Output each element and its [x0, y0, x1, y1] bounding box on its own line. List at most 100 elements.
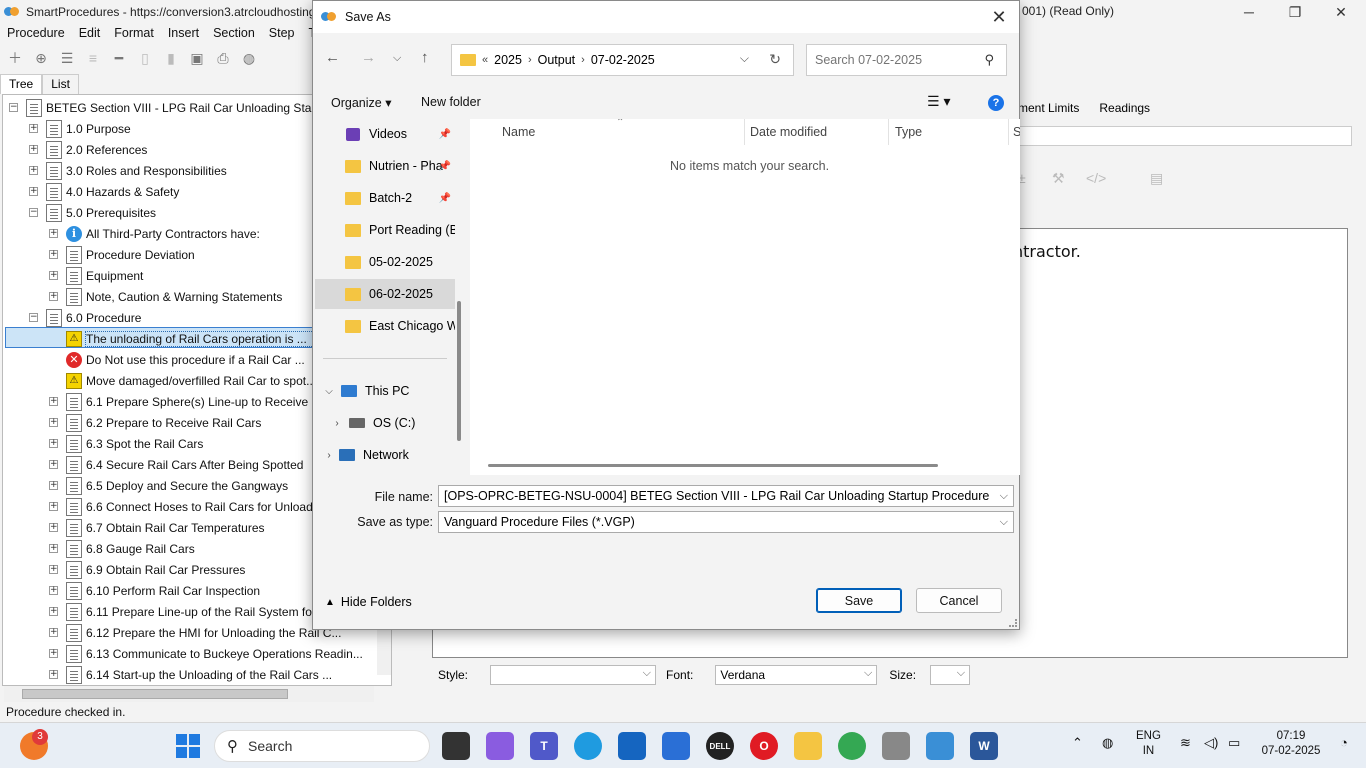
file-list-scrollbar[interactable]: [488, 464, 938, 467]
resize-grip-icon[interactable]: [1009, 619, 1017, 627]
globe-icon[interactable]: ◍: [238, 47, 260, 69]
tree-item[interactable]: +6.1 Prepare Sphere(s) Line-up to Receiv…: [49, 390, 335, 412]
menu-item[interactable]: Step: [262, 26, 302, 40]
list-icon[interactable]: ☰: [56, 47, 78, 69]
expand-icon[interactable]: +: [29, 187, 38, 196]
expand-chevron-icon[interactable]: ›: [323, 450, 335, 461]
save-icon[interactable]: ▣: [186, 47, 208, 69]
expand-icon[interactable]: +: [49, 292, 58, 301]
language-indicator[interactable]: ENG IN: [1136, 729, 1161, 759]
volume-icon[interactable]: ◁): [1204, 735, 1218, 750]
scroll-thumb[interactable]: [22, 689, 288, 699]
address-dropdown-icon[interactable]: ⌵: [740, 51, 749, 66]
nav-this-pc[interactable]: ⌵ This PC: [315, 376, 455, 406]
expand-icon[interactable]: +: [49, 628, 58, 637]
expand-icon[interactable]: +: [29, 124, 38, 133]
nav-quick-access-item[interactable]: Videos 📌: [315, 119, 455, 149]
expand-chevron-icon[interactable]: ⌵: [323, 386, 335, 397]
search-input[interactable]: [807, 45, 967, 75]
expand-icon[interactable]: +: [49, 439, 58, 448]
expand-icon[interactable]: +: [49, 607, 58, 616]
tree-item[interactable]: +6.4 Secure Rail Cars After Being Spotte…: [49, 453, 303, 475]
tree-item[interactable]: +6.8 Gauge Rail Cars: [49, 537, 195, 559]
expand-icon[interactable]: +: [49, 565, 58, 574]
tree-item[interactable]: +6.9 Obtain Rail Car Pressures: [49, 558, 245, 580]
notification-bell-icon[interactable]: ◔: [1340, 735, 1348, 750]
forward-arrow-icon[interactable]: →: [361, 49, 376, 66]
expand-icon[interactable]: +: [49, 397, 58, 406]
menu-item[interactable]: Format: [107, 26, 161, 40]
save-button[interactable]: Save: [816, 588, 902, 613]
nav-quick-access-item[interactable]: 05-02-2025: [315, 247, 455, 277]
dell-icon[interactable]: DELL: [706, 732, 734, 760]
nav-network[interactable]: › Network: [315, 440, 455, 470]
nav-quick-access-item[interactable]: Nutrien - Pha 📌: [315, 151, 455, 181]
close-icon[interactable]: ✕: [1318, 0, 1364, 24]
dropdown-icon[interactable]: ⌵: [1000, 512, 1008, 532]
font-select[interactable]: Verdana: [715, 664, 878, 685]
tree-item[interactable]: + i All Third-Party Contractors have:: [49, 223, 260, 244]
tree-item[interactable]: +6.7 Obtain Rail Car Temperatures: [49, 516, 265, 538]
tree-item[interactable]: +4.0 Hazards & Safety: [29, 180, 179, 202]
nav-os-drive[interactable]: › OS (C:): [315, 408, 455, 438]
expand-icon[interactable]: +: [49, 670, 58, 679]
help-icon[interactable]: ?: [988, 95, 1004, 111]
collapse-icon[interactable]: −: [29, 208, 38, 217]
minimize-icon[interactable]: ─: [1226, 0, 1272, 24]
expand-icon[interactable]: +: [49, 271, 58, 280]
expand-icon[interactable]: +: [49, 502, 58, 511]
right-field[interactable]: [1018, 126, 1352, 146]
tree-item[interactable]: − 5.0 Prerequisites: [29, 201, 156, 223]
taskbar-search[interactable]: ⚲ Search: [214, 730, 430, 762]
tree-item[interactable]: + Note, Caution & Warning Statements: [49, 285, 282, 307]
column-separator[interactable]: [1008, 119, 1009, 145]
expand-icon[interactable]: +: [29, 166, 38, 175]
tree-horizontal-scrollbar[interactable]: [4, 686, 374, 702]
app-icon[interactable]: [882, 732, 910, 760]
tab-readings[interactable]: Readings: [1099, 101, 1150, 115]
menu-item[interactable]: Procedure: [0, 26, 72, 40]
print-icon[interactable]: ⎙: [212, 47, 234, 69]
tree-item[interactable]: +6.6 Connect Hoses to Rail Cars for Unlo…: [49, 495, 329, 517]
smartprocedures-taskbar-icon[interactable]: [926, 732, 954, 760]
breadcrumb-2025[interactable]: 2025: [494, 53, 522, 67]
restore-icon[interactable]: ❐: [1272, 0, 1318, 24]
remove-icon[interactable]: ━: [108, 47, 130, 69]
tree-item[interactable]: +6.3 Spot the Rail Cars: [49, 432, 203, 454]
column-size[interactable]: S: [1013, 125, 1020, 139]
tool-icon[interactable]: ⚒: [1052, 170, 1065, 187]
save-type-select[interactable]: Vanguard Procedure Files (*.VGP) ⌵: [438, 511, 1014, 533]
tray-chevron-icon[interactable]: ⌃: [1072, 735, 1083, 750]
teams-icon[interactable]: T: [530, 732, 558, 760]
style-select[interactable]: [490, 664, 657, 685]
address-bar[interactable]: « 2025 › Output › 07-02-2025 ⌵ ↻: [451, 44, 794, 76]
column-separator[interactable]: [744, 119, 745, 145]
cancel-button[interactable]: Cancel: [916, 588, 1002, 613]
tree-item[interactable]: +6.12 Prepare the HMI for Unloading the …: [49, 621, 341, 643]
collapse-icon[interactable]: −: [9, 103, 18, 112]
nav-quick-access-item[interactable]: 06-02-2025: [315, 279, 455, 309]
column-separator[interactable]: [888, 119, 889, 145]
tab-list[interactable]: List: [42, 74, 79, 94]
tree-item[interactable]: +6.13 Communicate to Buckeye Operations …: [49, 642, 363, 664]
collapse-icon[interactable]: −: [29, 313, 38, 322]
expand-icon[interactable]: +: [49, 544, 58, 553]
expand-icon[interactable]: +: [49, 460, 58, 469]
chrome-icon[interactable]: [838, 732, 866, 760]
store-icon[interactable]: [618, 732, 646, 760]
tree-item[interactable]: +6.10 Perform Rail Car Inspection: [49, 579, 260, 601]
up-arrow-icon[interactable]: ↑: [421, 49, 429, 66]
breadcrumb-current[interactable]: 07-02-2025: [591, 53, 655, 67]
tree-item[interactable]: +6.11 Prepare Line-up of the Rail System…: [49, 600, 338, 622]
edge-icon[interactable]: [574, 732, 602, 760]
dialog-close-icon[interactable]: ✕: [987, 5, 1011, 29]
add-child-icon[interactable]: ⊕: [30, 47, 52, 69]
network-status-icon[interactable]: ◍: [1102, 735, 1113, 750]
new-folder-button[interactable]: New folder: [421, 95, 481, 109]
expand-icon[interactable]: +: [49, 481, 58, 490]
expand-icon[interactable]: +: [49, 229, 58, 238]
nav-scrollbar[interactable]: [457, 301, 461, 441]
column-date-modified[interactable]: Date modified: [750, 125, 827, 139]
size-select[interactable]: [930, 664, 971, 685]
tree-item[interactable]: ✕ Do Not use this procedure if a Rail Car…: [66, 349, 305, 370]
